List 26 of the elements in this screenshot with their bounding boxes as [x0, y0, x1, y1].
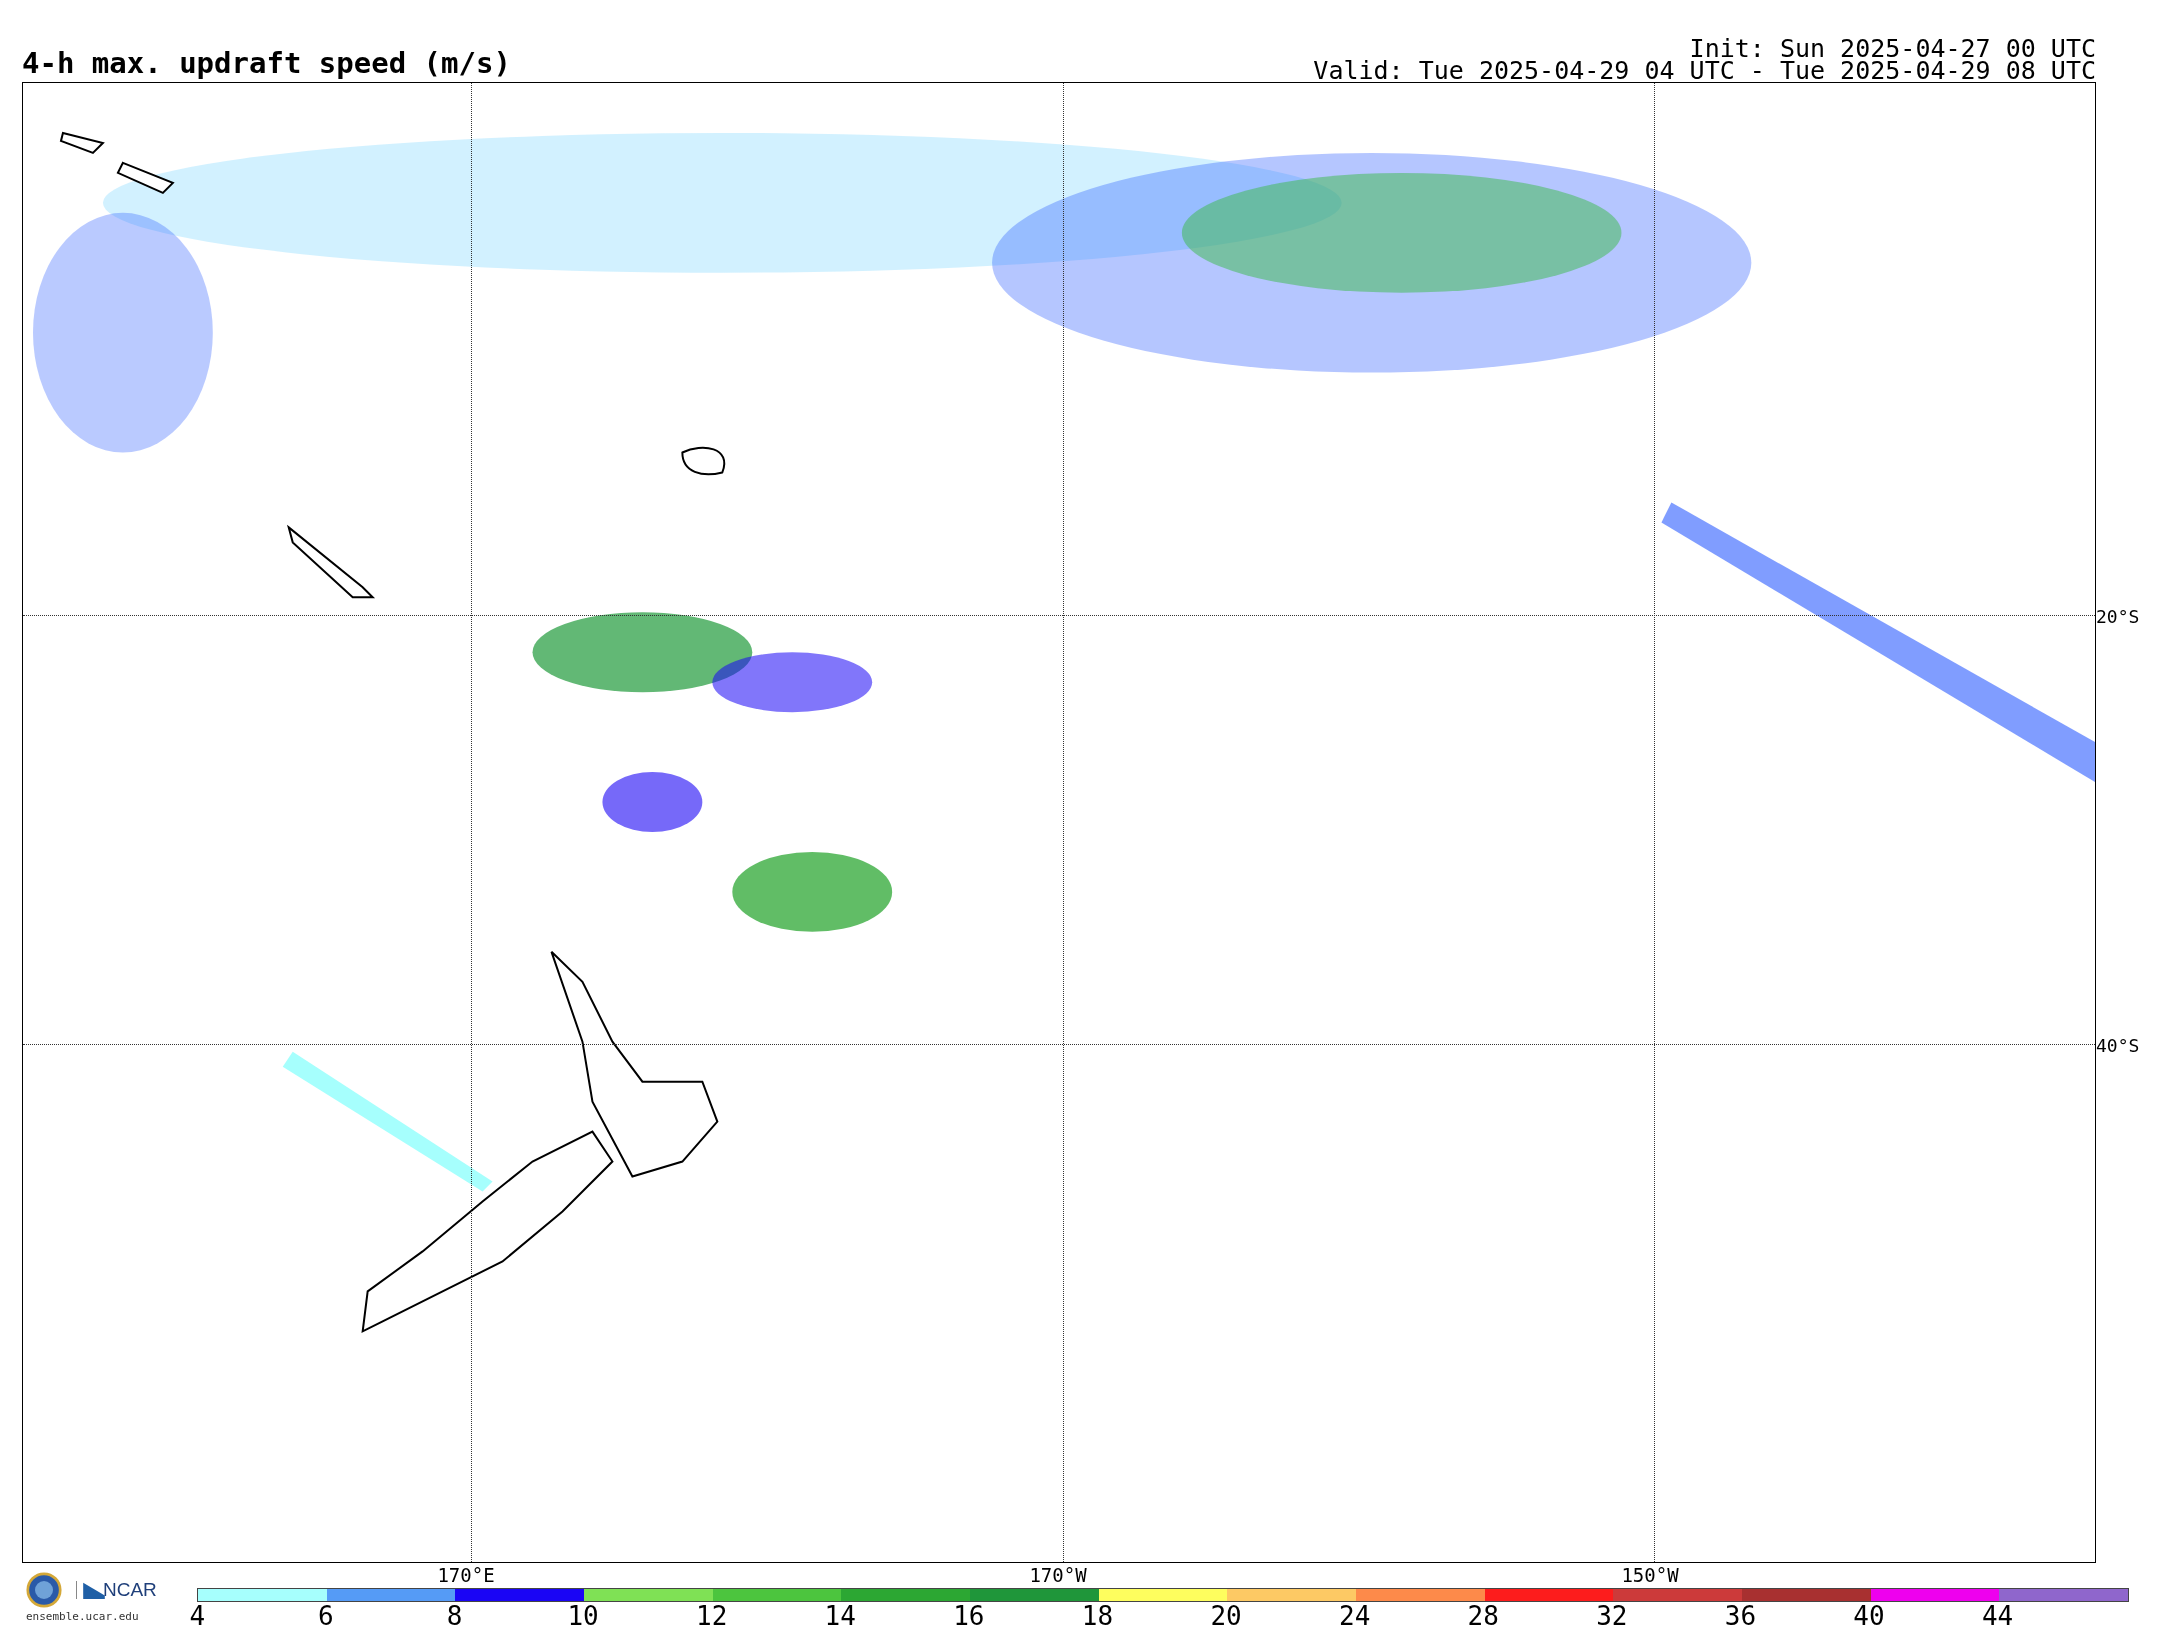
- latitude-label: 40°S: [2096, 1035, 2140, 1057]
- seal-icon: [26, 1572, 62, 1608]
- scale-tick-label: 28: [1466, 1602, 1500, 1626]
- longitude-label: 170°W: [1029, 1564, 1087, 1586]
- logo-mark-icon: [76, 1581, 105, 1599]
- website-link[interactable]: ensemble.ucar.edu: [26, 1610, 139, 1623]
- scale-tick-label: 40: [1852, 1602, 1886, 1626]
- scale-tick-label: 10: [566, 1602, 600, 1626]
- logo-text: NCAR: [103, 1579, 157, 1601]
- init-time: Init: Sun 2025-04-27 00 UTC: [1689, 38, 2096, 60]
- scale-tick-label: 16: [952, 1602, 986, 1626]
- chart-title: 4-h max. updraft speed (m/s): [22, 49, 511, 82]
- longitude-label: 170°E: [437, 1564, 495, 1586]
- scale-tick-label: 20: [1209, 1602, 1243, 1626]
- longitude-label: 150°W: [1621, 1564, 1679, 1586]
- scale-tick-label: 24: [1338, 1602, 1372, 1626]
- latitude-label: 20°S: [2096, 605, 2140, 627]
- scale-tick-label: 18: [1080, 1602, 1115, 1626]
- scale-tick-label: 32: [1595, 1602, 1629, 1626]
- scale-tick-label: 14: [823, 1602, 857, 1626]
- scale-tick-label: 44: [1980, 1602, 2015, 1626]
- scale-tick-label: 8: [445, 1602, 464, 1626]
- scale-tick-label: 36: [1723, 1602, 1758, 1626]
- scale-tick-label: 6: [317, 1602, 335, 1626]
- valid-time: Valid: Tue 2025-04-29 04 UTC - Tue 2025-04-29 08 UTC: [1313, 60, 2096, 82]
- scale-tick-label: 12: [695, 1602, 729, 1626]
